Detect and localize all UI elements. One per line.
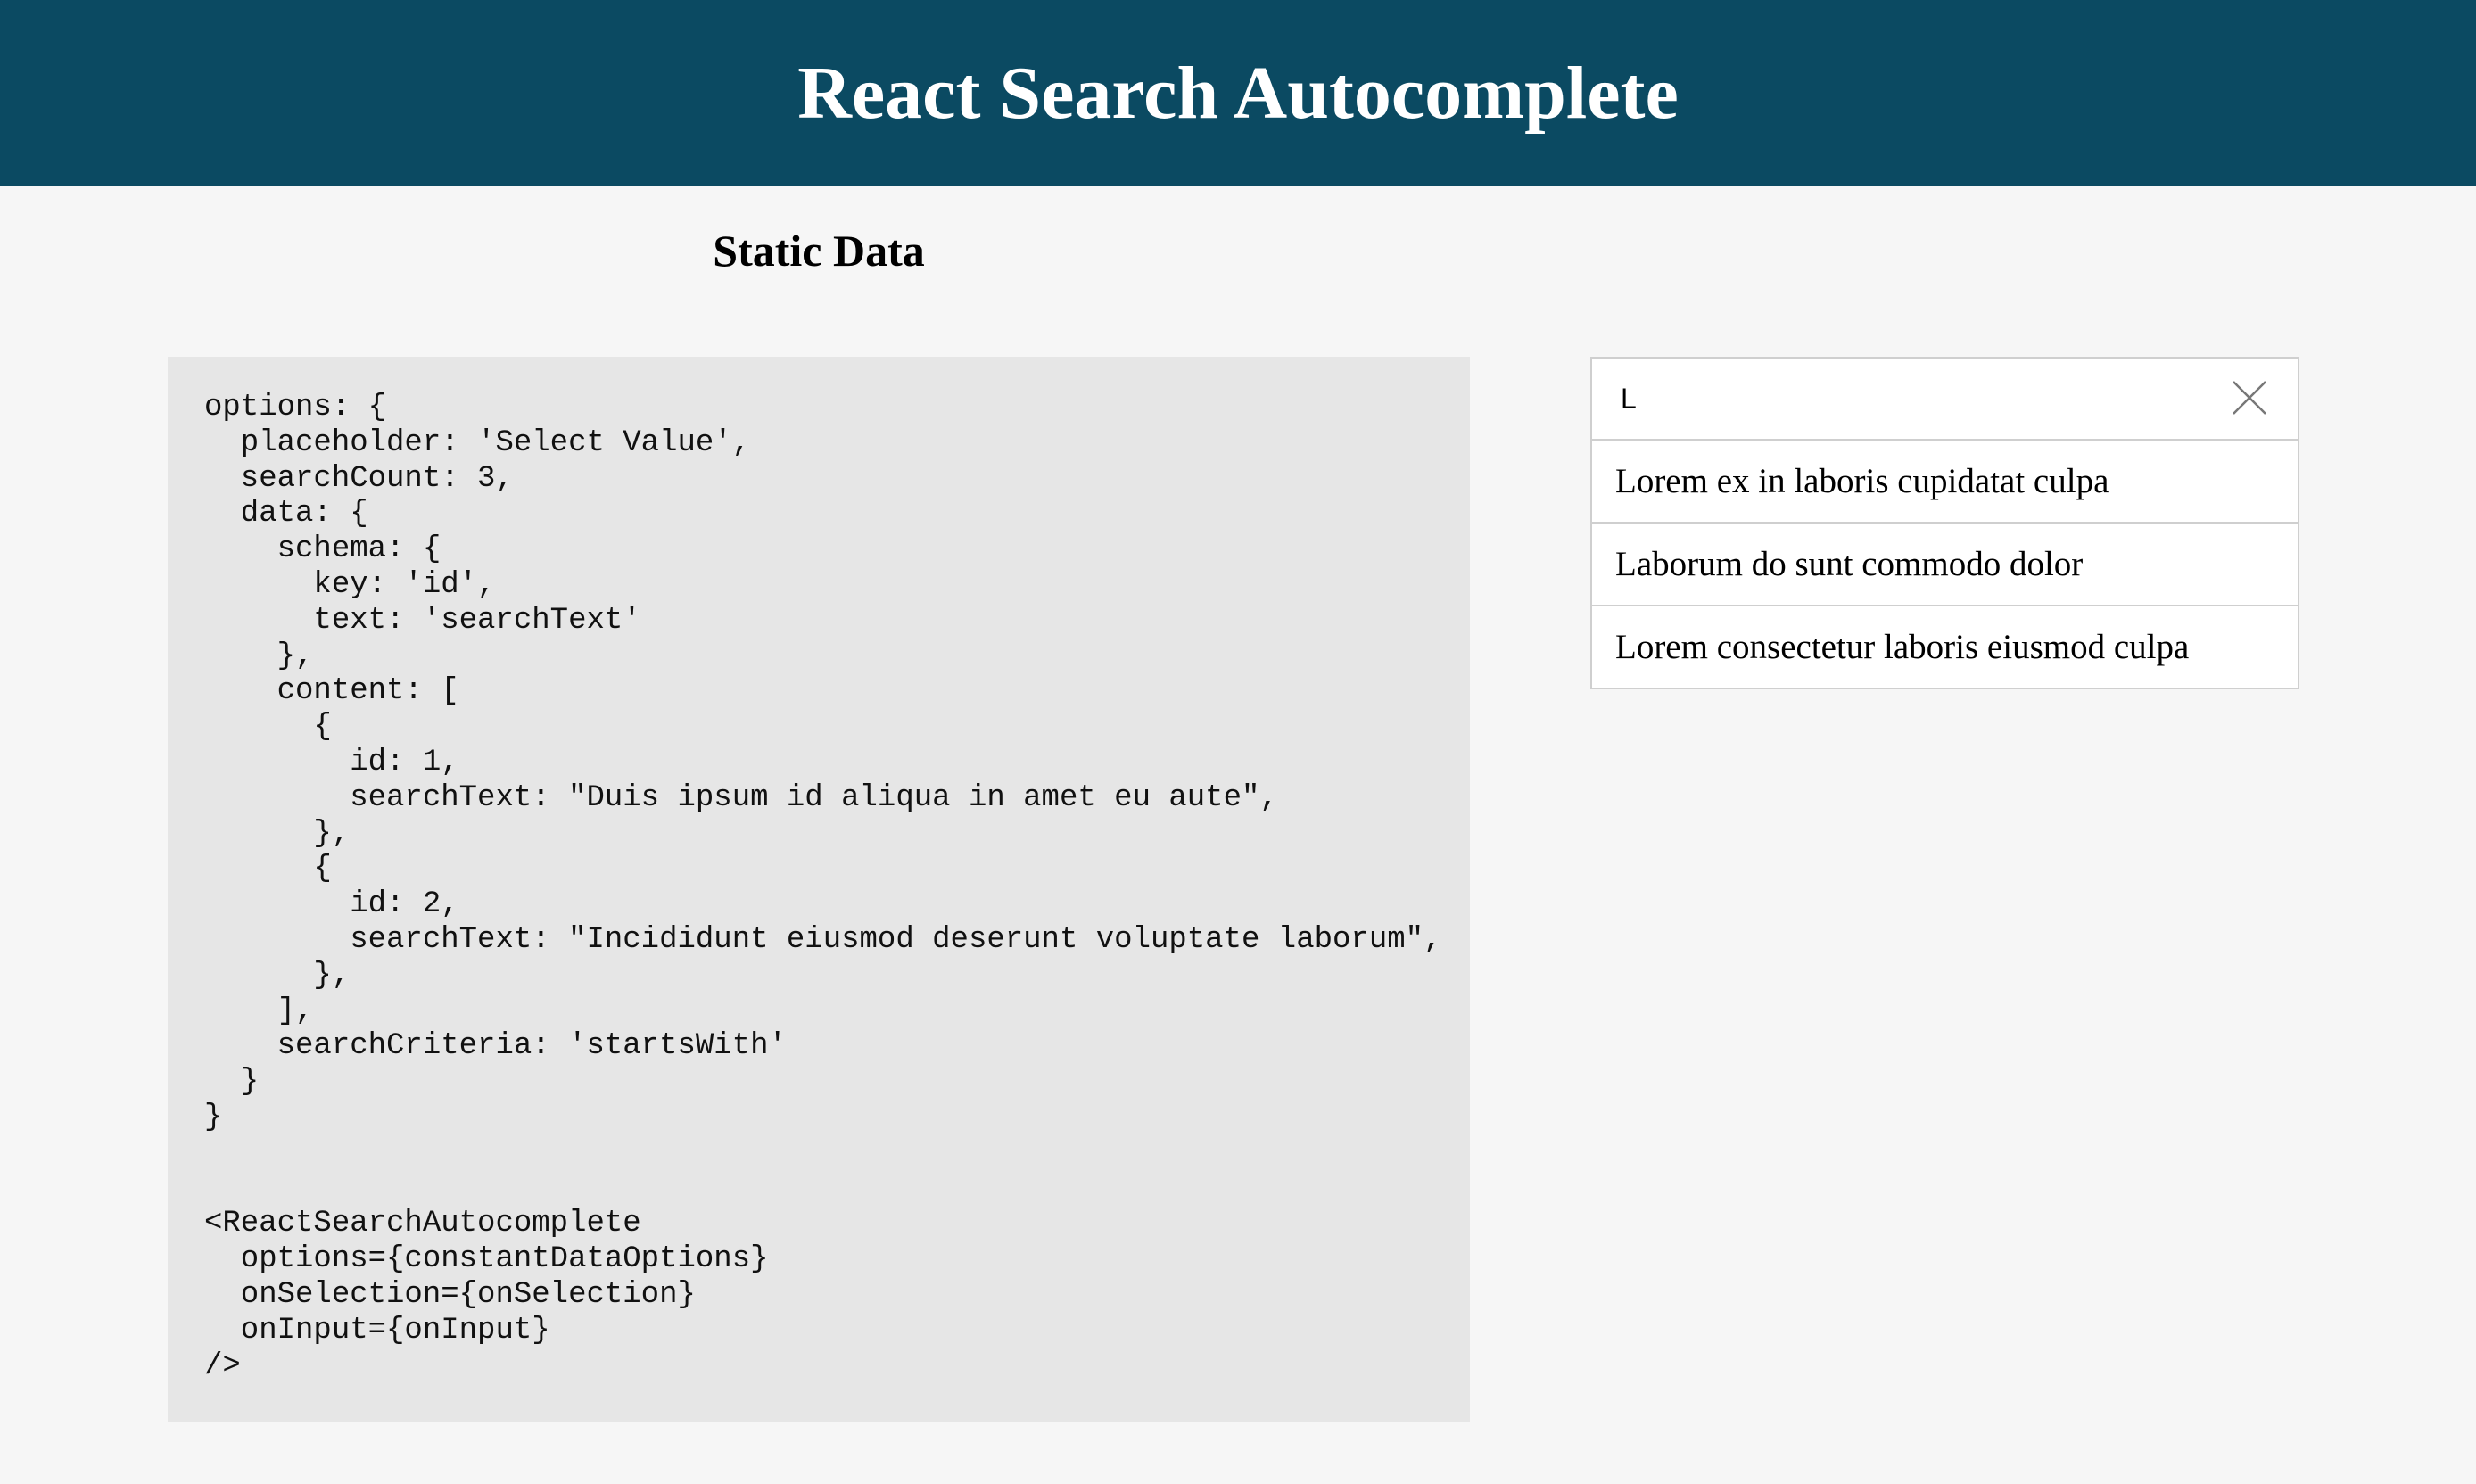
search-input[interactable] xyxy=(1592,362,2193,435)
search-input-row xyxy=(1592,359,2298,441)
search-autocomplete: Lorem ex in laboris cupidatat culpa Labo… xyxy=(1590,357,2299,689)
result-label: Lorem ex in laboris cupidatat culpa xyxy=(1615,462,2109,500)
section-title: Static Data xyxy=(713,226,925,276)
result-item[interactable]: Lorem ex in laboris cupidatat culpa xyxy=(1592,441,2298,524)
result-item[interactable]: Lorem consectetur laboris eiusmod culpa xyxy=(1592,606,2298,688)
app-header: React Search Autocomplete xyxy=(0,0,2476,186)
result-label: Lorem consectetur laboris eiusmod culpa xyxy=(1615,628,2190,666)
code-snippet: options: { placeholder: 'Select Value', … xyxy=(204,391,1442,1383)
close-icon[interactable] xyxy=(2232,380,2267,416)
app-title: React Search Autocomplete xyxy=(797,52,1679,135)
result-item[interactable]: Laborum do sunt commodo dolor xyxy=(1592,524,2298,606)
result-label: Laborum do sunt commodo dolor xyxy=(1615,545,2084,583)
code-example: options: { placeholder: 'Select Value', … xyxy=(168,357,1470,1422)
